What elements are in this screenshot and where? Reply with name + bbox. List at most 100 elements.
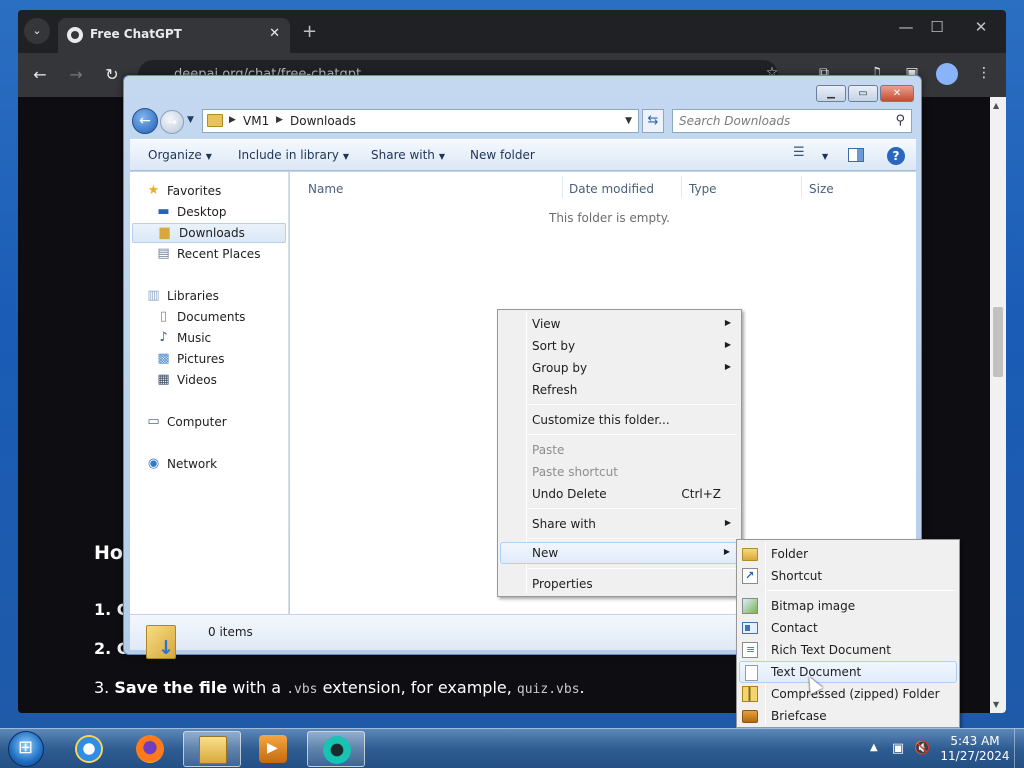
views-icon[interactable]: [793, 145, 807, 161]
explorer-navbar: ← → ▼ ▶ VM1 ▶ Downloads ▼ ⇆ ⚲: [130, 106, 916, 136]
nav-desktop[interactable]: ▬ Desktop: [156, 203, 284, 223]
tab-close-icon[interactable]: ✕: [269, 26, 280, 41]
menu-separator: [528, 568, 737, 569]
menu-separator: [528, 434, 737, 435]
menu-item-view[interactable]: View ▶: [500, 313, 739, 335]
nav-music[interactable]: ♪ Music: [156, 329, 284, 349]
taskbar-media-player[interactable]: [244, 731, 302, 767]
new-item-zip[interactable]: Compressed (zipped) Folder: [739, 683, 957, 705]
pictures-icon: ▩: [157, 351, 170, 366]
taskbar-firefox[interactable]: [121, 731, 179, 767]
new-item-shortcut[interactable]: Shortcut: [739, 565, 957, 587]
new-item-contact[interactable]: Contact: [739, 617, 957, 639]
new-item-rich-text[interactable]: Rich Text Document: [739, 639, 957, 661]
column-date-modified[interactable]: Date modified: [569, 182, 654, 196]
new-folder-button[interactable]: New folder: [470, 148, 535, 162]
chevron-down-icon: ▼: [205, 152, 212, 161]
menu-item-customize-folder[interactable]: Customize this folder...: [500, 409, 739, 431]
tab-free-chatgpt[interactable]: Free ChatGPT ✕: [58, 18, 290, 53]
items-count: 0 items: [208, 625, 253, 639]
start-button[interactable]: [8, 731, 44, 767]
nav-libraries[interactable]: ▥ Libraries: [146, 287, 286, 307]
back-button[interactable]: ←: [132, 108, 158, 134]
new-item-briefcase[interactable]: Briefcase: [739, 705, 957, 727]
menu-item-properties[interactable]: Properties: [500, 573, 739, 595]
address-breadcrumb[interactable]: ▶ VM1 ▶ Downloads ▼: [202, 109, 639, 133]
videos-icon: ▦: [157, 372, 170, 387]
views-dropdown-icon[interactable]: ▼: [818, 148, 828, 162]
new-item-bitmap[interactable]: Bitmap image: [739, 595, 957, 617]
nav-pictures[interactable]: ▩ Pictures: [156, 350, 284, 370]
explorer-close-button[interactable]: ✕: [880, 85, 914, 102]
scroll-up-icon[interactable]: ▲: [993, 101, 999, 110]
menu-item-undo-delete[interactable]: Undo Delete Ctrl+Z: [500, 483, 739, 505]
menu-item-group-by[interactable]: Group by ▶: [500, 357, 739, 379]
close-window-button[interactable]: ✕: [966, 18, 996, 36]
back-arrow-icon[interactable]: ←: [30, 65, 50, 84]
column-name[interactable]: Name: [308, 182, 343, 196]
menu-item-share-with[interactable]: Share with ▶: [500, 513, 739, 535]
nav-documents[interactable]: ▯ Documents: [156, 308, 284, 328]
breadcrumb-downloads[interactable]: Downloads: [290, 114, 356, 128]
taskbar-chrome[interactable]: [307, 731, 365, 767]
network-tray-icon[interactable]: ▣: [890, 741, 906, 757]
include-in-library-button[interactable]: Include in library ▼: [238, 148, 349, 162]
nav-recent-places[interactable]: ▤ Recent Places: [156, 245, 284, 265]
nav-computer[interactable]: ▭ Computer: [146, 413, 286, 433]
menu-item-sort-by[interactable]: Sort by ▶: [500, 335, 739, 357]
search-box[interactable]: ⚲: [672, 109, 912, 133]
recent-pages-chevron-icon[interactable]: ▼: [187, 115, 194, 125]
share-with-button[interactable]: Share with ▼: [371, 148, 445, 162]
explorer-minimize-button[interactable]: ▁: [816, 85, 846, 102]
chrome-browser-icon: [323, 736, 351, 764]
taskbar-internet-explorer[interactable]: [60, 731, 118, 767]
nav-videos[interactable]: ▦ Videos: [156, 371, 284, 391]
undo-shortcut-text: Ctrl+Z: [681, 487, 721, 501]
tab-search-button[interactable]: ⌄: [24, 18, 50, 44]
reload-icon[interactable]: ↻: [102, 65, 122, 84]
forward-button[interactable]: →: [160, 110, 184, 134]
column-divider[interactable]: [681, 176, 682, 198]
submenu-arrow-icon: ▶: [724, 362, 731, 371]
page-scrollbar[interactable]: ▲ ▼: [990, 97, 1006, 713]
explorer-maximize-button[interactable]: ▭: [848, 85, 878, 102]
search-icon[interactable]: ⚲: [895, 113, 905, 128]
menu-kebab-icon[interactable]: ⋮: [974, 65, 994, 81]
refresh-button[interactable]: ⇆: [642, 109, 664, 133]
new-item-text-document[interactable]: Text Document: [739, 661, 957, 683]
new-item-folder[interactable]: Folder: [739, 543, 957, 565]
menu-item-new[interactable]: New ▶: [500, 542, 739, 564]
new-tab-button[interactable]: +: [302, 21, 317, 42]
preview-pane-icon[interactable]: [848, 148, 864, 162]
system-clock[interactable]: 5:43 AM 11/27/2024: [938, 734, 1012, 764]
nav-network[interactable]: ◉ Network: [146, 455, 286, 475]
organize-button[interactable]: Organize ▼: [148, 148, 212, 162]
column-size[interactable]: Size: [809, 182, 834, 196]
breadcrumb-chevron-icon[interactable]: ▶: [229, 115, 236, 125]
scroll-down-icon[interactable]: ▼: [993, 700, 999, 709]
scrollbar-thumb[interactable]: [993, 307, 1003, 377]
column-divider[interactable]: [562, 176, 563, 198]
minimize-button[interactable]: —: [891, 18, 921, 36]
volume-muted-icon[interactable]: 🔇: [914, 741, 930, 757]
breadcrumb-vm1[interactable]: VM1: [243, 114, 269, 128]
column-type[interactable]: Type: [689, 182, 717, 196]
nav-favorites[interactable]: ★ Favorites: [146, 182, 286, 202]
show-hidden-icons-button[interactable]: ▲: [870, 742, 878, 753]
address-dropdown-icon[interactable]: ▼: [625, 116, 632, 126]
breadcrumb-chevron-icon[interactable]: ▶: [276, 115, 283, 125]
chevron-down-icon: ▼: [342, 152, 350, 161]
menu-item-refresh[interactable]: Refresh: [500, 379, 739, 401]
taskbar-explorer[interactable]: [183, 731, 241, 767]
search-input[interactable]: [679, 113, 884, 129]
forward-arrow-icon[interactable]: →: [66, 65, 86, 84]
command-bar: Organize ▼ Include in library ▼ Share with…: [130, 139, 916, 171]
help-icon[interactable]: ?: [887, 147, 905, 165]
show-desktop-button[interactable]: [1014, 729, 1024, 768]
column-divider[interactable]: [801, 176, 802, 198]
profile-avatar[interactable]: [936, 63, 958, 85]
network-icon: ◉: [147, 456, 160, 471]
new-submenu: Folder Shortcut Bitmap image Contact Ric…: [736, 539, 960, 728]
maximize-button[interactable]: ☐: [922, 18, 952, 36]
nav-downloads[interactable]: ▆ Downloads: [132, 223, 286, 243]
